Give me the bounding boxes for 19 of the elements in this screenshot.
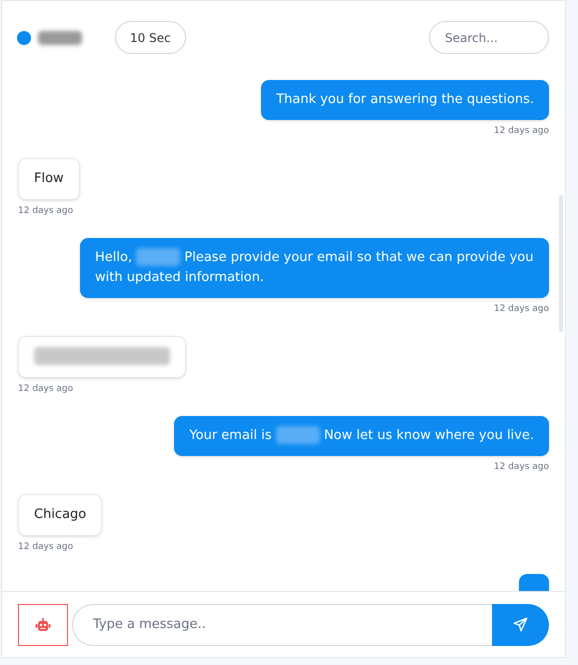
message-time: 12 days ago — [494, 461, 549, 473]
message-time: 12 days ago — [494, 125, 549, 137]
message-text: Thank you for answering the questions. — [276, 91, 534, 109]
bot-button[interactable] — [18, 604, 68, 646]
message-time: 12 days ago — [18, 383, 74, 395]
message-field[interactable]: Type a message.. — [72, 604, 492, 646]
send-icon — [513, 617, 528, 632]
message-text: Hello, Please provide your email so that we can provide you with updated information. — [95, 248, 534, 287]
message-text: Chicago — [34, 506, 86, 524]
message-time: 12 days ago — [18, 541, 74, 553]
message-text: Your email is Now let us know where you live. — [189, 426, 534, 446]
message-text: Flow — [34, 170, 64, 188]
blurred-name — [38, 30, 82, 44]
robot-icon — [35, 618, 51, 632]
send-button[interactable] — [492, 604, 549, 646]
message-time: 12 days ago — [494, 303, 549, 315]
timer-badge: 10 Sec — [115, 21, 186, 54]
search-field[interactable]: Search... — [429, 21, 549, 54]
message-time: 12 days ago — [18, 205, 74, 217]
